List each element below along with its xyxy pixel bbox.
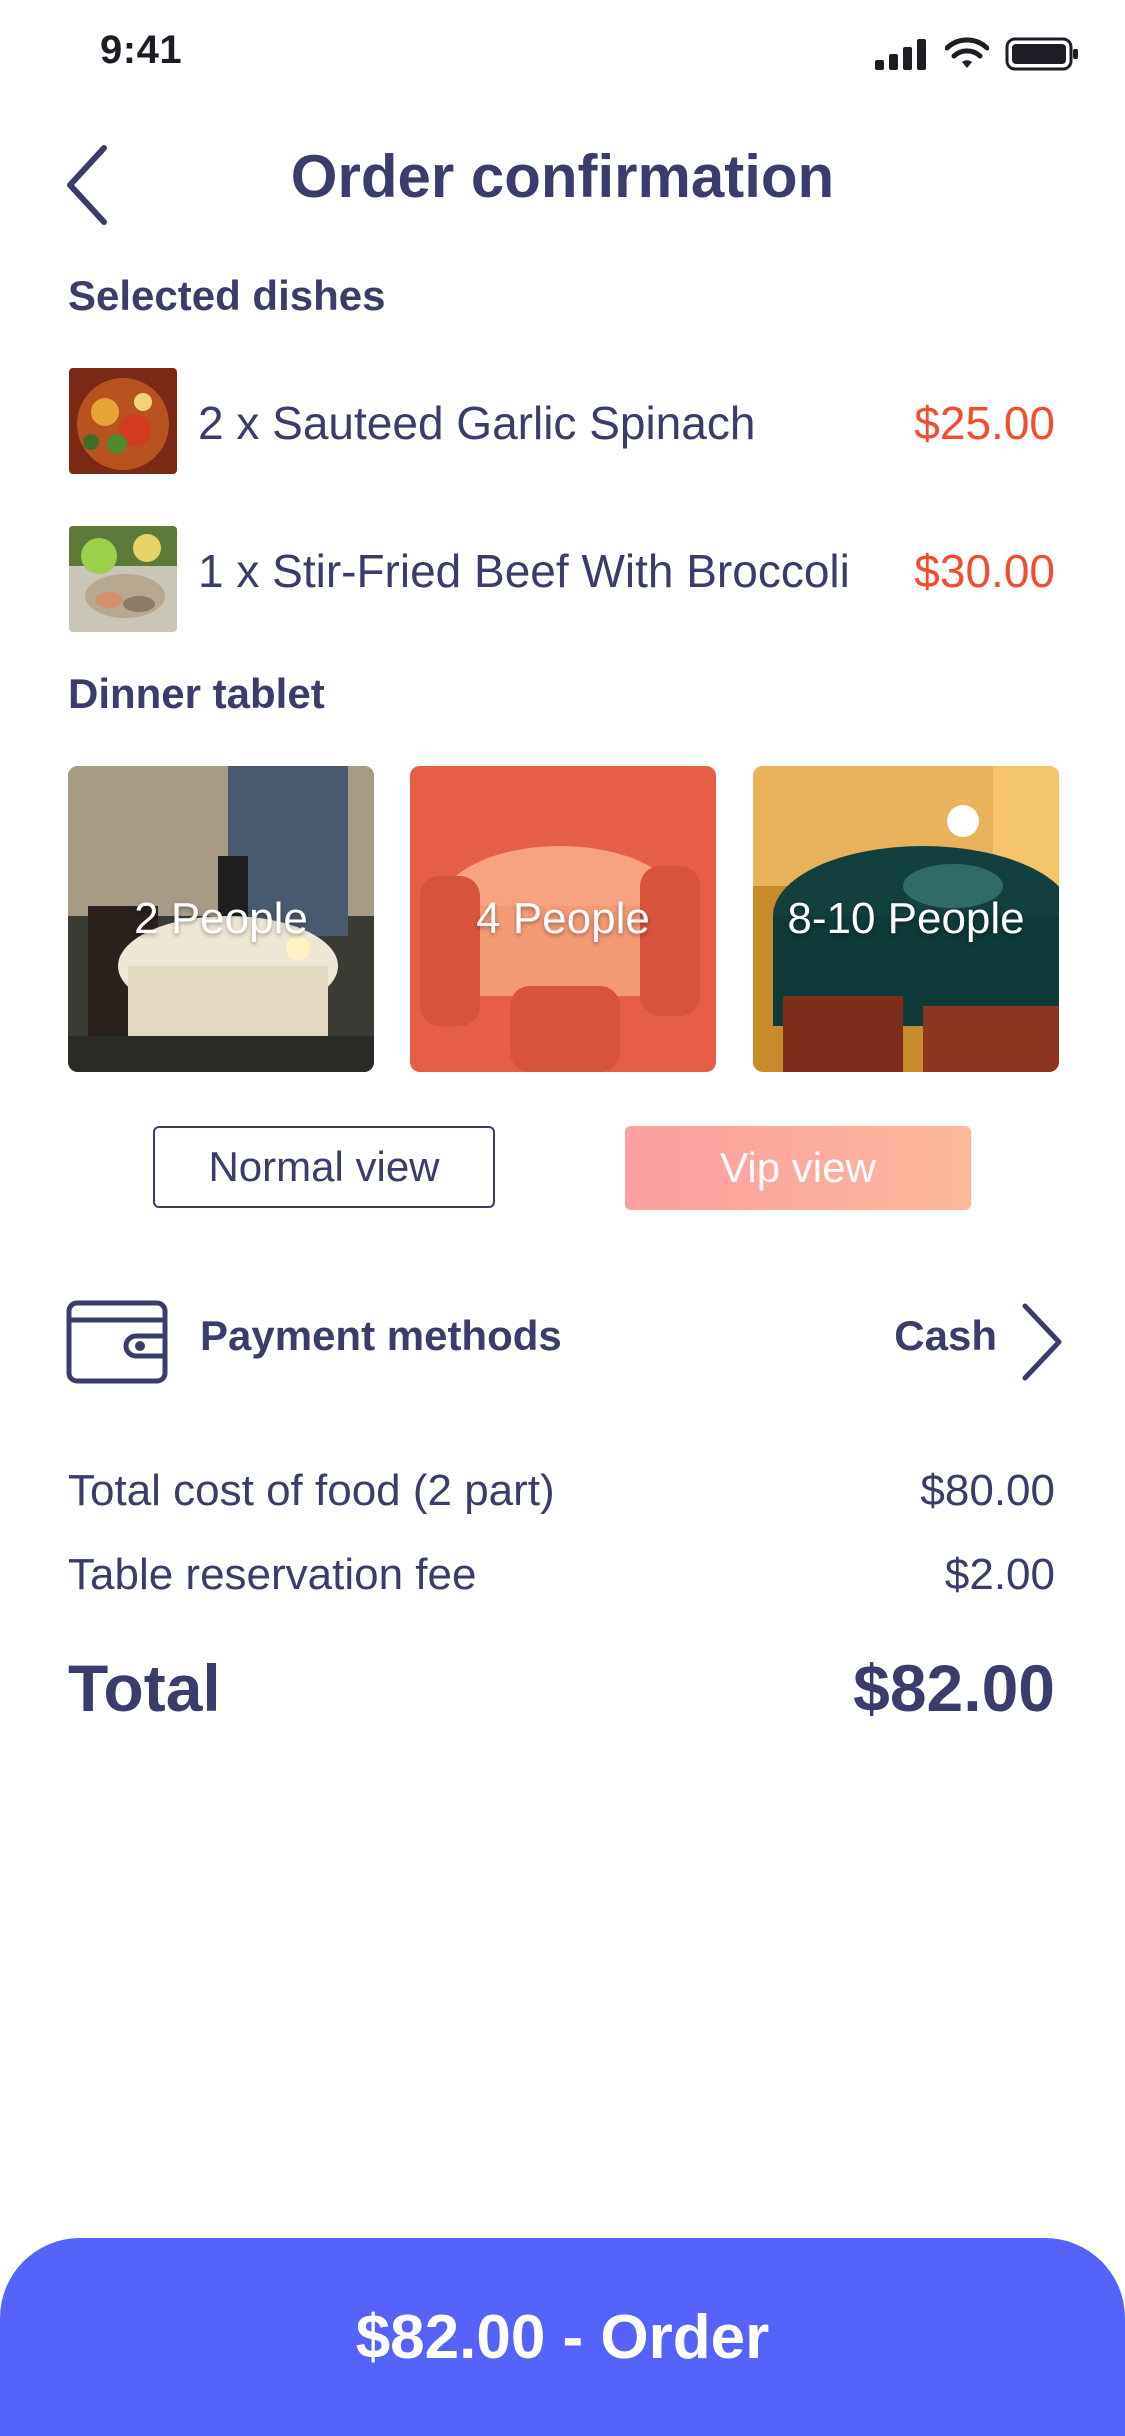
payment-method-value[interactable]: Cash: [894, 1312, 997, 1360]
normal-view-button[interactable]: Normal view: [153, 1126, 495, 1208]
dinner-table-heading: Dinner tablet: [68, 670, 325, 717]
wifi-icon: [945, 37, 989, 68]
order-button[interactable]: $82.00 - Order: [0, 2238, 1125, 2436]
page-title: Order confirmation: [290, 143, 835, 210]
dish-thumbnail: [69, 368, 177, 474]
dish-thumbnail: [69, 526, 177, 632]
vip-view-button[interactable]: Vip view: [625, 1126, 971, 1210]
table-option-label: 2 People: [134, 894, 308, 943]
status-time: 9:41: [100, 28, 183, 72]
table-option-2-people[interactable]: 2 People: [68, 766, 374, 1072]
status-icons: [875, 34, 1079, 74]
dish-price: $25.00: [914, 397, 1055, 449]
battery-icon: [1005, 37, 1078, 71]
signal-icon: [875, 39, 926, 70]
table-option-8-10-people[interactable]: 8-10 People: [753, 766, 1059, 1072]
food-cost-label: Total cost of food (2 part): [68, 1466, 555, 1515]
reservation-fee-label: Table reservation fee: [68, 1550, 477, 1599]
chevron-right-icon[interactable]: [1017, 1300, 1065, 1384]
wallet-icon: [66, 1300, 168, 1384]
reservation-fee-value: $2.00: [944, 1550, 1055, 1599]
total-label: Total: [68, 1651, 221, 1725]
table-option-label: 8-10 People: [787, 894, 1025, 943]
food-cost-value: $80.00: [920, 1466, 1055, 1515]
table-option-4-people[interactable]: 4 People: [410, 766, 716, 1072]
dish-price: $30.00: [914, 545, 1055, 597]
selected-dishes-heading: Selected dishes: [68, 272, 386, 319]
total-value: $82.00: [853, 1651, 1055, 1725]
dish-name: 2 x Sauteed Garlic Spinach: [198, 397, 756, 449]
payment-methods-label: Payment methods: [200, 1312, 562, 1359]
dish-name: 1 x Stir-Fried Beef With Broccoli: [198, 545, 850, 597]
table-option-label: 4 People: [476, 894, 650, 943]
